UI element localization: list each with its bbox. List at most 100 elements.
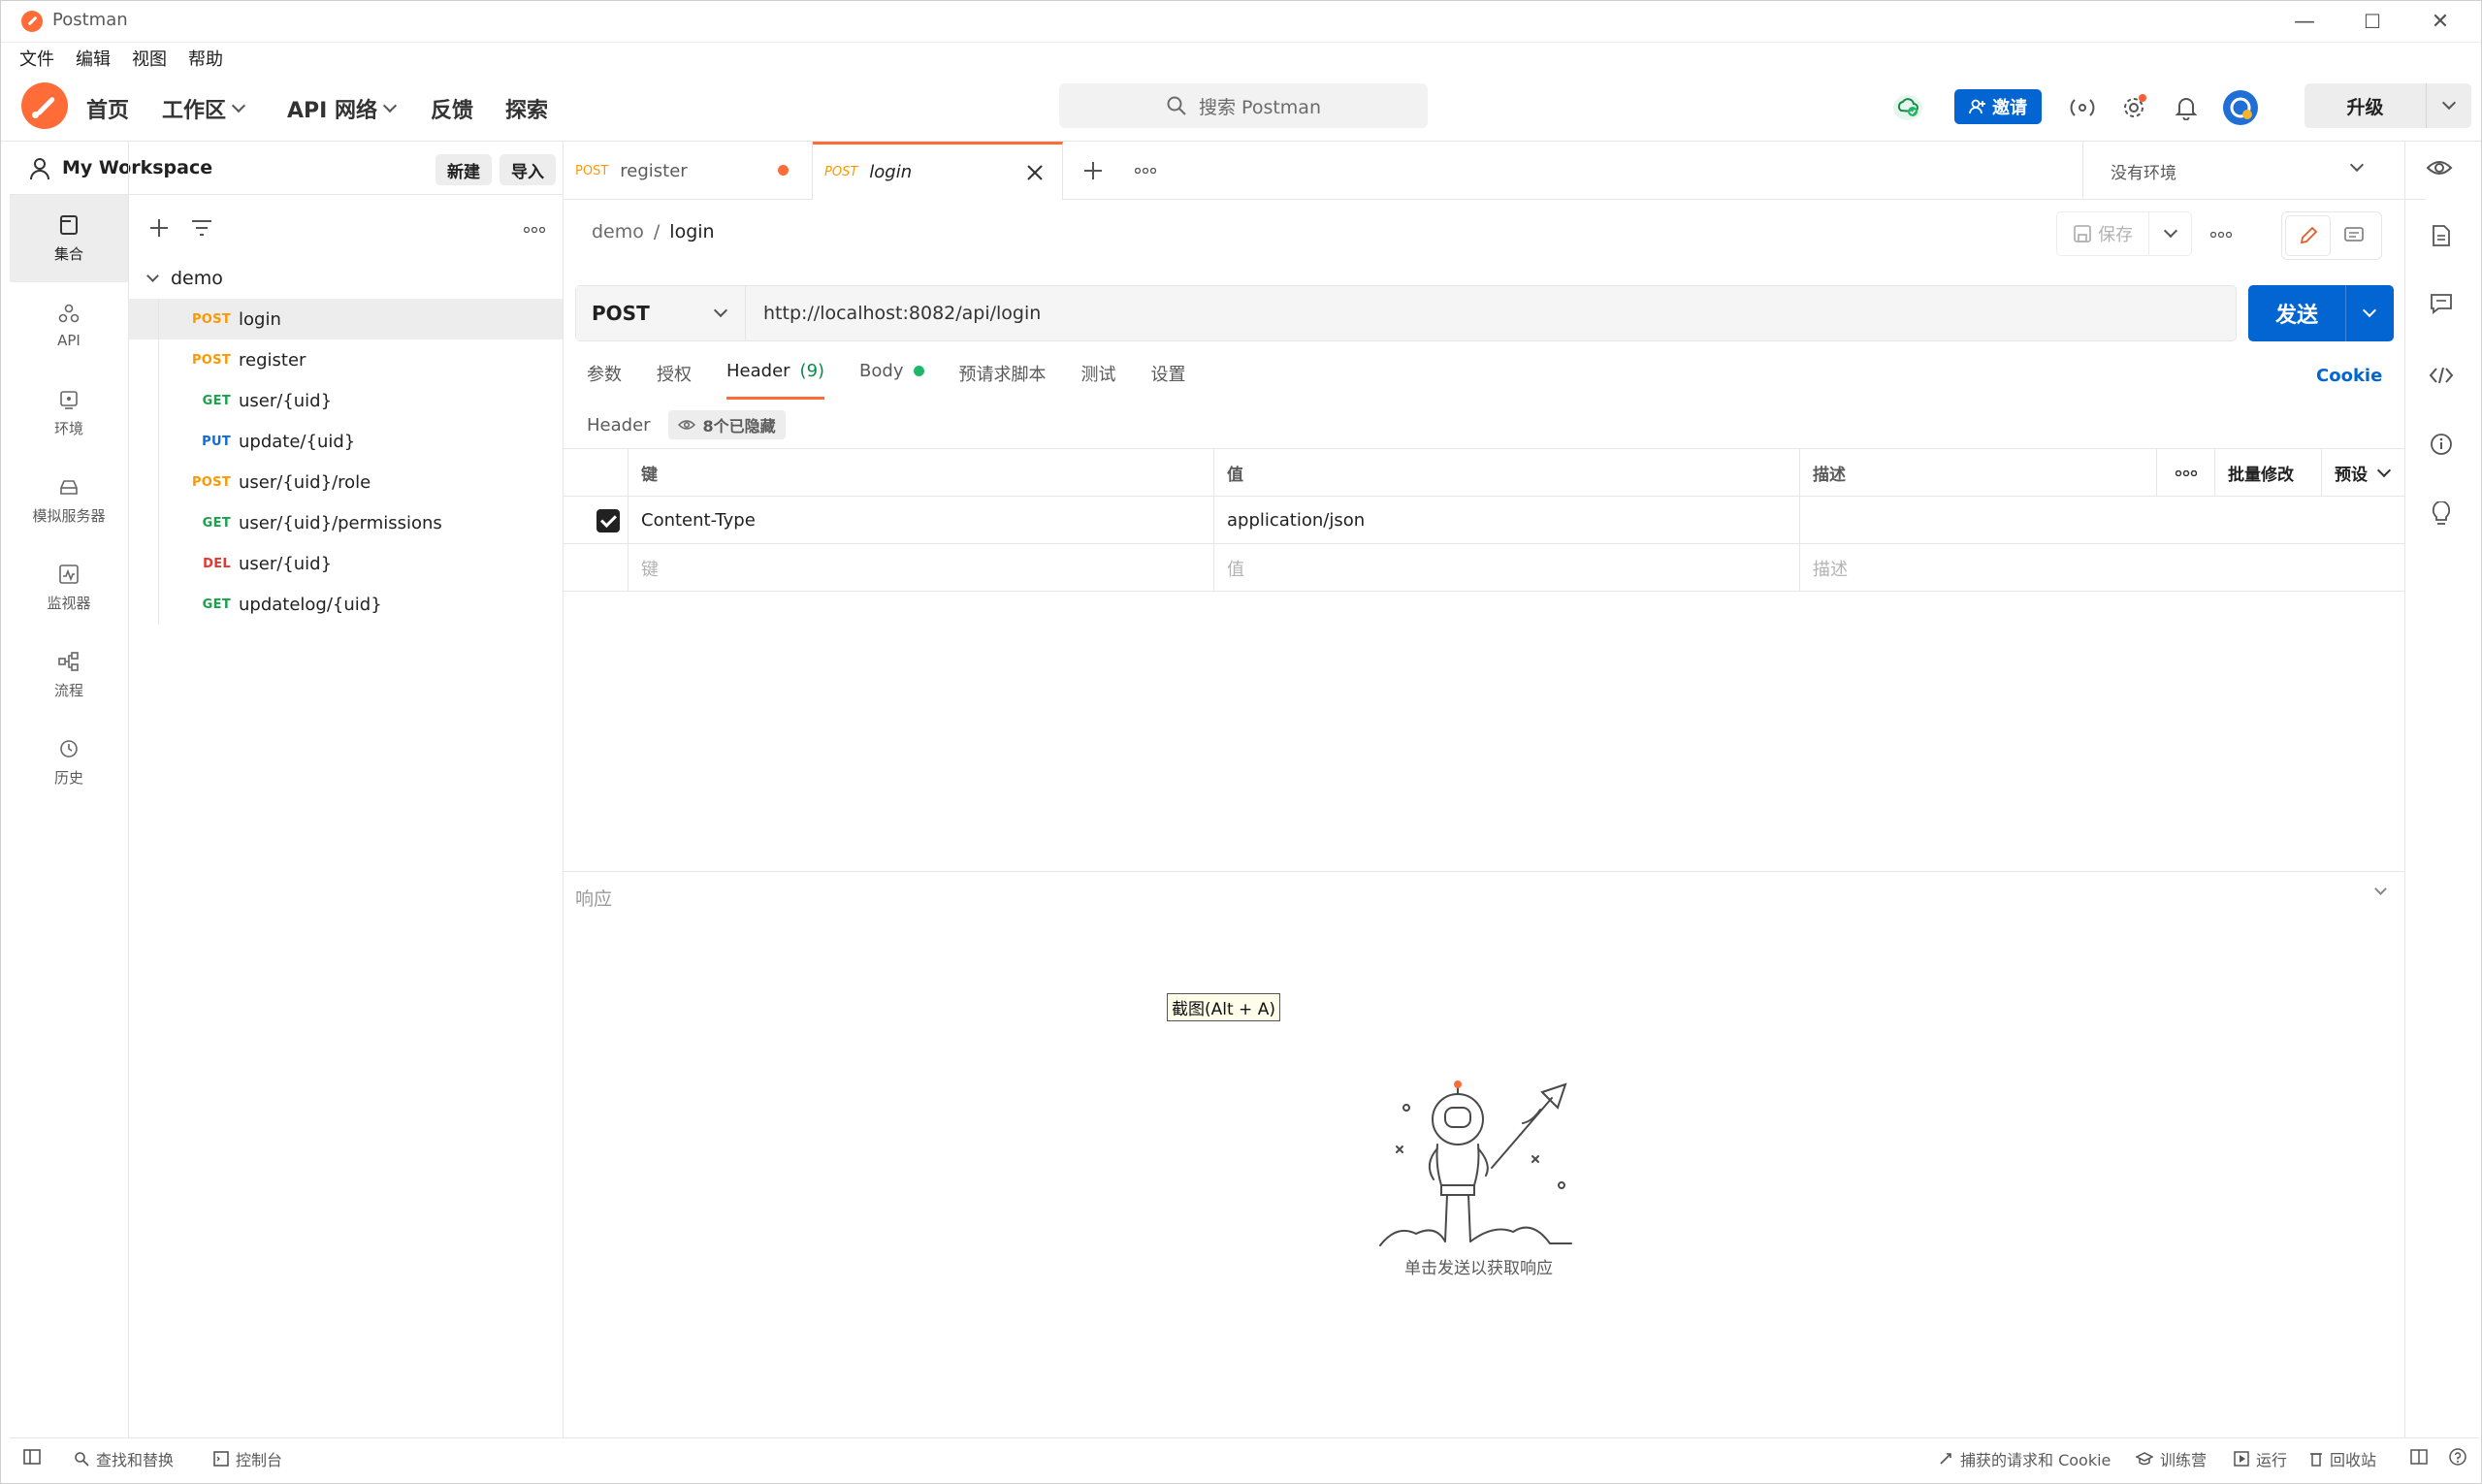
rail-collections[interactable]: 集合 (10, 195, 128, 282)
new-value-input[interactable]: 值 (1213, 544, 1799, 592)
folder-demo[interactable]: demo (129, 258, 563, 299)
tree-request-login[interactable]: POST login (129, 299, 563, 339)
tab-prerequest-script[interactable]: 预请求脚本 (959, 361, 1047, 400)
toggle-sidebar-icon[interactable] (23, 1449, 41, 1465)
tree-request-get-user[interactable]: GET user/{uid} (129, 380, 563, 421)
rail-history[interactable]: 历史 (10, 719, 128, 806)
comments-icon[interactable] (2425, 287, 2458, 320)
bootcamp-button[interactable]: 训练营 (2136, 1447, 2207, 1470)
tree-request-updatelog[interactable]: GET updatelog/{uid} (129, 584, 563, 625)
tab-tests[interactable]: 测试 (1081, 361, 1116, 400)
find-replace-button[interactable]: 查找和替换 (74, 1447, 174, 1470)
method-badge: POST (191, 352, 231, 368)
tree-request-user-role[interactable]: POST user/{uid}/role (129, 462, 563, 502)
tab-register[interactable]: POST register (564, 142, 813, 200)
send-button[interactable]: 发送 (2248, 285, 2394, 341)
table-more-options[interactable] (2156, 449, 2214, 497)
workspace-name[interactable]: My Workspace (62, 157, 212, 178)
save-dropdown[interactable] (2149, 223, 2191, 239)
tab-params[interactable]: 参数 (587, 361, 622, 400)
tree-request-user-permissions[interactable]: GET user/{uid}/permissions (129, 502, 563, 543)
close-tab-icon[interactable] (1026, 164, 1044, 181)
help-icon[interactable] (2449, 1448, 2466, 1466)
info-icon[interactable] (2425, 428, 2458, 461)
nav-feedback[interactable]: 反馈 (431, 93, 473, 124)
trash-button[interactable]: 回收站 (2309, 1447, 2376, 1470)
global-search-input[interactable]: 搜索 Postman (1059, 83, 1428, 128)
tab-login[interactable]: POST login (813, 142, 1063, 200)
rail-flows[interactable]: 流程 (10, 631, 128, 719)
upgrade-dropdown[interactable] (2427, 95, 2471, 111)
rail-mock-servers[interactable]: 模拟服务器 (10, 457, 128, 544)
menu-edit[interactable]: 编辑 (76, 46, 111, 71)
header-enabled-checkbox[interactable] (596, 509, 620, 532)
satellite-icon[interactable] (2066, 91, 2099, 124)
nav-api-network[interactable]: API 网络 (287, 93, 398, 124)
tree-request-delete-user[interactable]: DEL user/{uid} (129, 543, 563, 584)
bulk-edit-button[interactable]: 批量修改 (2214, 449, 2321, 497)
menu-view[interactable]: 视图 (132, 46, 167, 71)
new-button[interactable]: 新建 (435, 154, 492, 185)
comment-mode-button[interactable] (2331, 215, 2376, 256)
console-button[interactable]: 控制台 (213, 1447, 282, 1470)
collapse-response-icon[interactable] (2374, 883, 2387, 895)
environment-quick-look-eye-icon[interactable] (2426, 158, 2453, 177)
upgrade-button[interactable]: 升级 (2305, 83, 2471, 128)
user-avatar[interactable] (2222, 89, 2259, 126)
filter-input[interactable] (183, 211, 513, 244)
breadcrumb-collection[interactable]: demo (592, 221, 644, 242)
tab-settings[interactable]: 设置 (1151, 361, 1186, 400)
header-description-cell[interactable] (1799, 497, 2404, 544)
request-more-icon[interactable] (2210, 232, 2232, 238)
header-key-cell[interactable]: Content-Type (628, 497, 1213, 544)
tab-more-icon[interactable] (1135, 168, 1156, 174)
more-options-icon[interactable] (524, 227, 545, 233)
chevron-down-icon (146, 269, 159, 282)
invite-button[interactable]: 邀请 (1954, 89, 2042, 124)
rail-apis[interactable]: API (10, 282, 128, 370)
new-key-input[interactable]: 键 (628, 544, 1213, 592)
header-value-cell[interactable]: application/json (1213, 497, 1799, 544)
nav-home[interactable]: 首页 (86, 93, 129, 124)
menu-file[interactable]: 文件 (19, 46, 54, 71)
send-dropdown[interactable] (2346, 303, 2393, 318)
notifications-bell-icon[interactable] (2170, 91, 2203, 124)
mode-toggle (2281, 211, 2382, 260)
lightbulb-icon[interactable] (2425, 498, 2458, 531)
tab-headers[interactable]: Header (9) (726, 361, 825, 400)
postman-home-logo-icon[interactable] (21, 82, 68, 129)
documentation-icon[interactable] (2425, 219, 2458, 252)
maximize-button[interactable]: ☐ (2343, 6, 2401, 37)
layout-toggle-icon[interactable] (2410, 1449, 2428, 1465)
tab-authorization[interactable]: 授权 (657, 361, 692, 400)
edit-mode-button[interactable] (2285, 215, 2331, 256)
rail-environments[interactable]: 环境 (10, 370, 128, 457)
rail-monitors[interactable]: 监视器 (10, 544, 128, 631)
hidden-headers-toggle[interactable]: 8个已隐藏 (667, 410, 786, 439)
minimize-button[interactable]: — (2275, 6, 2334, 37)
runner-button[interactable]: 运行 (2234, 1447, 2287, 1470)
tree-request-register[interactable]: POST register (129, 339, 563, 380)
response-divider[interactable] (564, 871, 2404, 872)
presets-dropdown[interactable]: 预设 (2321, 449, 2404, 497)
url-input[interactable]: http://localhost:8082/api/login (746, 303, 1041, 324)
cookies-link[interactable]: Cookie (2316, 366, 2382, 386)
tab-body[interactable]: Body (859, 361, 924, 400)
add-collection-icon[interactable] (148, 217, 170, 239)
import-button[interactable]: 导入 (500, 154, 556, 185)
breadcrumb-request[interactable]: login (669, 221, 714, 242)
close-window-button[interactable]: ✕ (2411, 6, 2469, 37)
capture-requests-button[interactable]: 捕获的请求和 Cookie (1938, 1447, 2111, 1470)
menu-help[interactable]: 帮助 (188, 46, 223, 71)
environment-selector[interactable]: 没有环境 (2082, 142, 2383, 200)
tree-request-update[interactable]: PUT update/{uid} (129, 421, 563, 462)
save-button[interactable]: 保存 (2057, 221, 2148, 246)
new-description-input[interactable]: 描述 (1799, 544, 2404, 592)
method-dropdown[interactable]: POST (576, 286, 746, 340)
new-tab-icon[interactable] (1082, 160, 1104, 181)
code-snippet-icon[interactable] (2425, 359, 2458, 392)
nav-explore[interactable]: 探索 (505, 93, 548, 124)
sync-status-icon[interactable] (1891, 91, 1924, 124)
nav-workspaces[interactable]: 工作区 (162, 93, 246, 124)
settings-gear-icon[interactable] (2117, 91, 2150, 124)
